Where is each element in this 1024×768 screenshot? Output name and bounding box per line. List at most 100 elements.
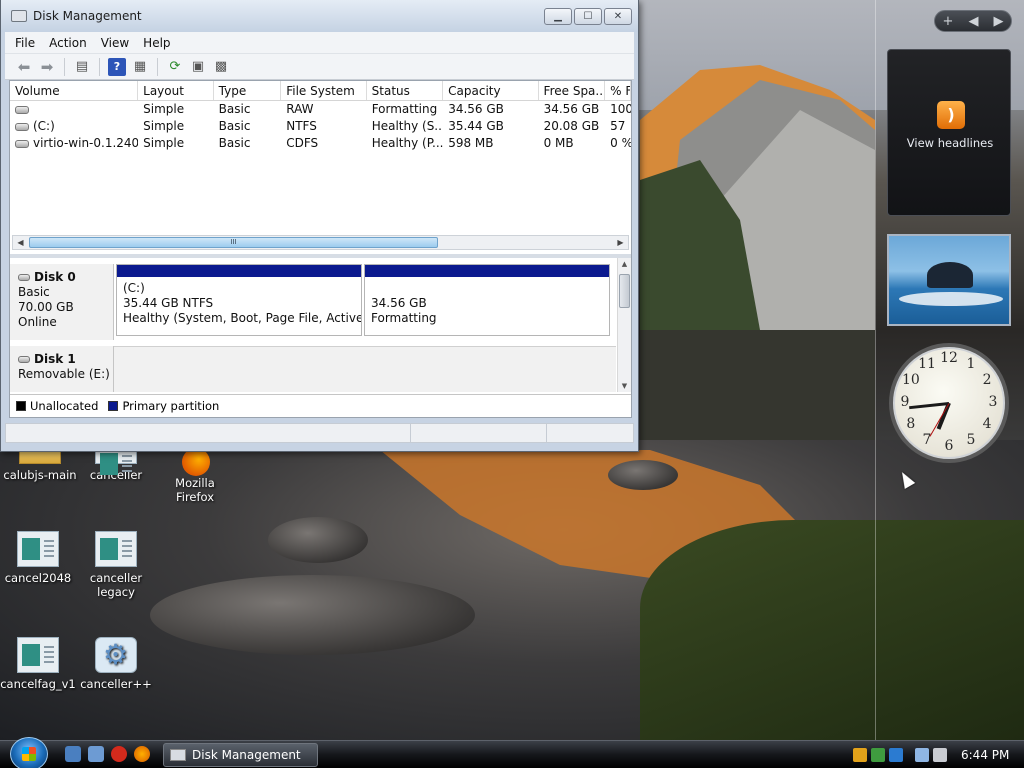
switch-windows-icon[interactable] [88, 746, 104, 762]
table-row[interactable]: Simple Basic RAW Formatting 34.56 GB 34.… [10, 101, 631, 118]
desktop-icon-canceller-plus-plus[interactable]: canceller++ [76, 637, 156, 691]
feed-headlines-gadget[interactable]: ) View headlines [887, 49, 1011, 216]
scrollbar-thumb[interactable]: III [29, 237, 438, 248]
cd-drive-icon [15, 139, 29, 148]
disk-type: Basic [18, 285, 50, 299]
desktop-icon-label: calubjs-main [3, 468, 77, 482]
disk-management-icon [11, 10, 27, 22]
menu-view[interactable]: View [101, 36, 129, 50]
show-desktop-icon[interactable] [65, 746, 81, 762]
disk-1-empty-area [114, 346, 616, 392]
volume-name: virtio-win-0.1.240 ... [33, 136, 139, 150]
properties-icon[interactable]: ▤ [73, 58, 91, 76]
menu-action[interactable]: Action [49, 36, 87, 50]
volume-name: (C:) [33, 119, 55, 133]
close-button[interactable]: ✕ [604, 8, 632, 25]
add-gadget-icon[interactable]: + [943, 14, 954, 29]
start-button[interactable] [10, 737, 48, 768]
cell-capacity: 598 MB [448, 136, 494, 150]
forward-arrow-icon[interactable]: ➡ [38, 58, 56, 76]
desktop-icon-label: canceller legacy [89, 571, 143, 599]
desktop-icon-firefox[interactable]: Mozilla Firefox [155, 446, 235, 504]
network-status-icon[interactable] [871, 748, 885, 762]
clock-number: 6 [944, 438, 954, 454]
title-bar[interactable]: Disk Management ▁ ☐ ✕ [1, 0, 638, 32]
cell-file-system: RAW [286, 102, 314, 116]
console-icon[interactable]: ▦ [131, 58, 149, 76]
column-header-capacity[interactable]: Capacity [443, 81, 539, 100]
column-header-volume[interactable]: Volume [10, 81, 139, 100]
toolbar-separator [64, 57, 65, 76]
taskbar-button-disk-management[interactable]: Disk Management [163, 743, 318, 767]
clock-number: 2 [982, 372, 992, 388]
network-icon[interactable] [915, 748, 929, 762]
volume-muted-icon[interactable] [933, 748, 947, 762]
vertical-scrollbar[interactable]: ▲ ▼ [617, 258, 631, 392]
status-bar [5, 423, 634, 443]
partition-c[interactable]: (C:) 35.44 GB NTFS Healthy (System, Boot… [116, 264, 362, 336]
maximize-button[interactable]: ☐ [574, 8, 602, 25]
minimize-button[interactable]: ▁ [544, 8, 572, 25]
feed-headlines-label[interactable]: View headlines [888, 136, 1012, 150]
column-header-status[interactable]: Status [367, 81, 444, 100]
taskbar: Disk Management 6:44 PM [0, 737, 1024, 768]
disk-graphical-view: Disk 0 Basic 70.00 GB Online (C:) 35.44 … [10, 258, 631, 392]
cell-capacity: 34.56 GB [448, 102, 504, 116]
table-row[interactable]: virtio-win-0.1.240 ... Simple Basic CDFS… [10, 135, 631, 152]
sidebar-controls[interactable]: + ◀ ▶ [934, 10, 1012, 32]
firefox-quicklaunch-icon[interactable] [134, 746, 150, 762]
help-icon[interactable]: ? [108, 57, 126, 76]
disk-0-label[interactable]: Disk 0 Basic 70.00 GB Online [10, 264, 114, 340]
back-arrow-icon[interactable]: ⬅ [15, 58, 33, 76]
partition-raw[interactable]: 34.56 GB Formatting [364, 264, 610, 336]
disk-1-row[interactable]: Disk 1 Removable (E:) [10, 346, 616, 392]
scrollbar-thumb[interactable] [619, 274, 630, 308]
legend-label: Unallocated [30, 399, 99, 413]
disk-management-window[interactable]: Disk Management ▁ ☐ ✕ File Action View H… [0, 0, 639, 452]
clock-gadget[interactable]: 12 1 2 3 4 5 6 7 8 9 10 11 [889, 343, 1009, 463]
opera-icon[interactable] [111, 746, 127, 762]
legend-swatch-unallocated [16, 401, 26, 411]
clock-number: 1 [966, 355, 976, 372]
desktop-icon-canceller-legacy[interactable]: canceller legacy [76, 531, 156, 599]
horizontal-scrollbar[interactable]: ◀ III ▶ [12, 235, 629, 250]
refresh-icon[interactable]: ⟳ [166, 58, 184, 76]
menu-help[interactable]: Help [143, 36, 170, 50]
partition-status: Healthy (System, Boot, Page File, Active… [123, 311, 361, 325]
slideshow-gadget[interactable] [887, 234, 1011, 326]
column-header-layout[interactable]: Layout [138, 81, 214, 100]
disk-0-row[interactable]: Disk 0 Basic 70.00 GB Online (C:) 35.44 … [10, 264, 616, 340]
column-header-type[interactable]: Type [214, 81, 282, 100]
cell-free-space: 0 MB [543, 136, 574, 150]
cell-percent-free: 0 % [610, 136, 631, 150]
cell-volume [10, 101, 138, 118]
table-row[interactable]: (C:) Simple Basic NTFS Healthy (S... 35.… [10, 118, 631, 135]
column-header-file-system[interactable]: File System [281, 81, 367, 100]
clock-second-hand [929, 402, 950, 437]
desktop-icon-cancelfag-v1[interactable]: cancelfag_v1 [0, 637, 78, 691]
menu-file[interactable]: File [15, 36, 35, 50]
scroll-up-icon[interactable]: ▲ [618, 260, 631, 268]
scroll-down-icon[interactable]: ▼ [618, 382, 631, 390]
security-shield-icon[interactable] [853, 748, 867, 762]
application-icon [95, 531, 137, 567]
clock-number: 4 [982, 416, 992, 432]
desktop-icon-label: cancel2048 [4, 571, 72, 585]
wallpaper-rock [268, 517, 368, 563]
disk-1-label[interactable]: Disk 1 Removable (E:) [10, 346, 114, 392]
column-header-percent-free[interactable]: % F [605, 81, 631, 100]
column-header-free-space[interactable]: Free Spa... [539, 81, 606, 100]
scroll-right-icon[interactable]: ▶ [613, 236, 628, 249]
whale-photo [927, 262, 973, 288]
desktop-icon-cancel2048[interactable]: cancel2048 [0, 531, 78, 585]
partition-status: Formatting [371, 311, 437, 325]
taskbar-clock[interactable]: 6:44 PM [961, 748, 1009, 762]
settings-icon[interactable]: ▩ [212, 58, 230, 76]
previous-gadgets-icon[interactable]: ◀ [968, 14, 978, 29]
export-icon[interactable]: ▣ [189, 58, 207, 76]
scroll-left-icon[interactable]: ◀ [13, 236, 28, 249]
disk-icon [15, 105, 29, 114]
next-gadgets-icon[interactable]: ▶ [993, 14, 1003, 29]
wallpaper-rock [150, 575, 475, 655]
update-icon[interactable] [889, 748, 903, 762]
